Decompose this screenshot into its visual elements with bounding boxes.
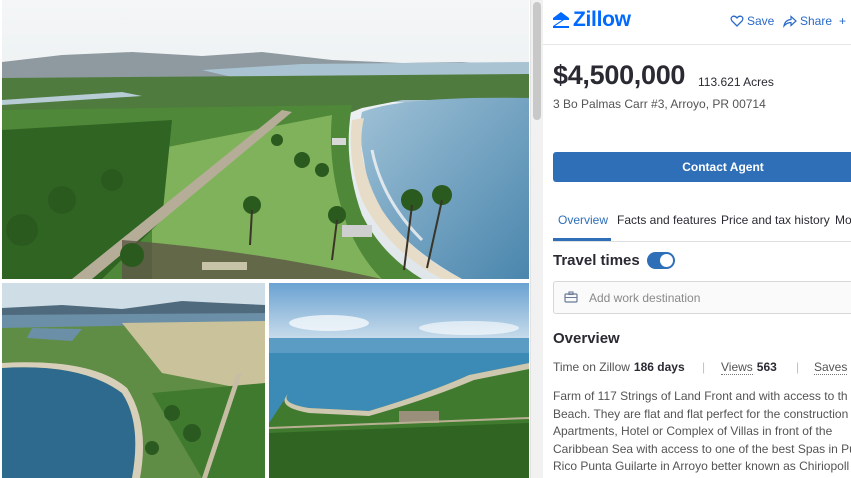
views-value: 563 (756, 360, 777, 374)
stat-divider: | (796, 360, 800, 374)
more-button[interactable]: + (839, 14, 846, 28)
views-label[interactable]: Views (721, 360, 753, 375)
shoreline-photo[interactable] (269, 283, 529, 478)
save-label: Save (747, 14, 775, 28)
gallery-scrollbar[interactable] (530, 0, 543, 478)
contact-agent-label: Contact Agent (682, 160, 764, 174)
tab-facts-and-features[interactable]: Facts and features (617, 213, 716, 227)
logo-text: Zillow (573, 8, 631, 31)
description-line: Caribbean Sea with access to one of the … (553, 441, 851, 456)
description-line: Apartments, Hotel or Complex of Villas i… (553, 424, 833, 438)
time-on-zillow-value: 186 days (633, 360, 685, 374)
work-destination-field[interactable]: Add work destination (553, 281, 851, 314)
stat-divider: | (702, 360, 706, 374)
photo-gallery (0, 0, 530, 478)
work-destination-placeholder: Add work destination (589, 291, 701, 305)
listing-header: Zillow Save Share + (543, 0, 851, 45)
description-line: Farm of 117 Strings of Land Front and wi… (553, 389, 848, 403)
time-on-zillow-label: Time on Zillow (553, 360, 630, 374)
saves-stat: Saves (814, 360, 848, 375)
tab-more[interactable]: Mo (835, 213, 851, 227)
briefcase-icon (564, 291, 578, 303)
lot-size: 113.621 Acres (698, 75, 774, 89)
listing-address: 3 Bo Palmas Carr #3, Arroyo, PR 00714 (553, 97, 766, 111)
active-tab-indicator (553, 238, 611, 241)
listing-description: Farm of 117 Strings of Land Front and wi… (553, 388, 851, 476)
contact-agent-button[interactable]: Contact Agent (553, 152, 851, 182)
overview-heading: Overview (553, 330, 620, 347)
listing-panel: Zillow Save Share + $4,500,000 113.621 A… (543, 0, 851, 478)
description-line: Beach. They are flat and flat perfect fo… (553, 406, 849, 421)
toggle-knob (660, 254, 673, 267)
scrollbar-thumb[interactable] (533, 2, 541, 120)
save-button[interactable]: Save (730, 14, 774, 28)
bay-photo[interactable] (2, 283, 265, 478)
share-arrow-icon (783, 15, 797, 28)
share-label: Share (800, 14, 833, 28)
listing-tabs: Overview Facts and features Price and ta… (553, 203, 851, 242)
saves-label[interactable]: Saves (814, 360, 848, 375)
travel-times-toggle[interactable] (647, 252, 675, 269)
main-photo[interactable] (2, 0, 529, 279)
description-line: Rico Punta Guilarte in Arroyo better kno… (553, 459, 850, 473)
tab-price-and-tax-history[interactable]: Price and tax history (721, 213, 830, 227)
listing-price: $4,500,000 (553, 60, 686, 90)
zillow-logo[interactable]: Zillow (552, 8, 631, 32)
tab-overview[interactable]: Overview (558, 213, 608, 227)
heart-icon (730, 15, 744, 27)
time-on-zillow-stat: Time on Zillow 186 days (553, 360, 685, 374)
zillow-z-house-icon (553, 12, 569, 28)
share-button[interactable]: Share (783, 14, 832, 28)
travel-times-label: Travel times (553, 252, 640, 269)
views-stat: Views 563 (721, 360, 777, 375)
